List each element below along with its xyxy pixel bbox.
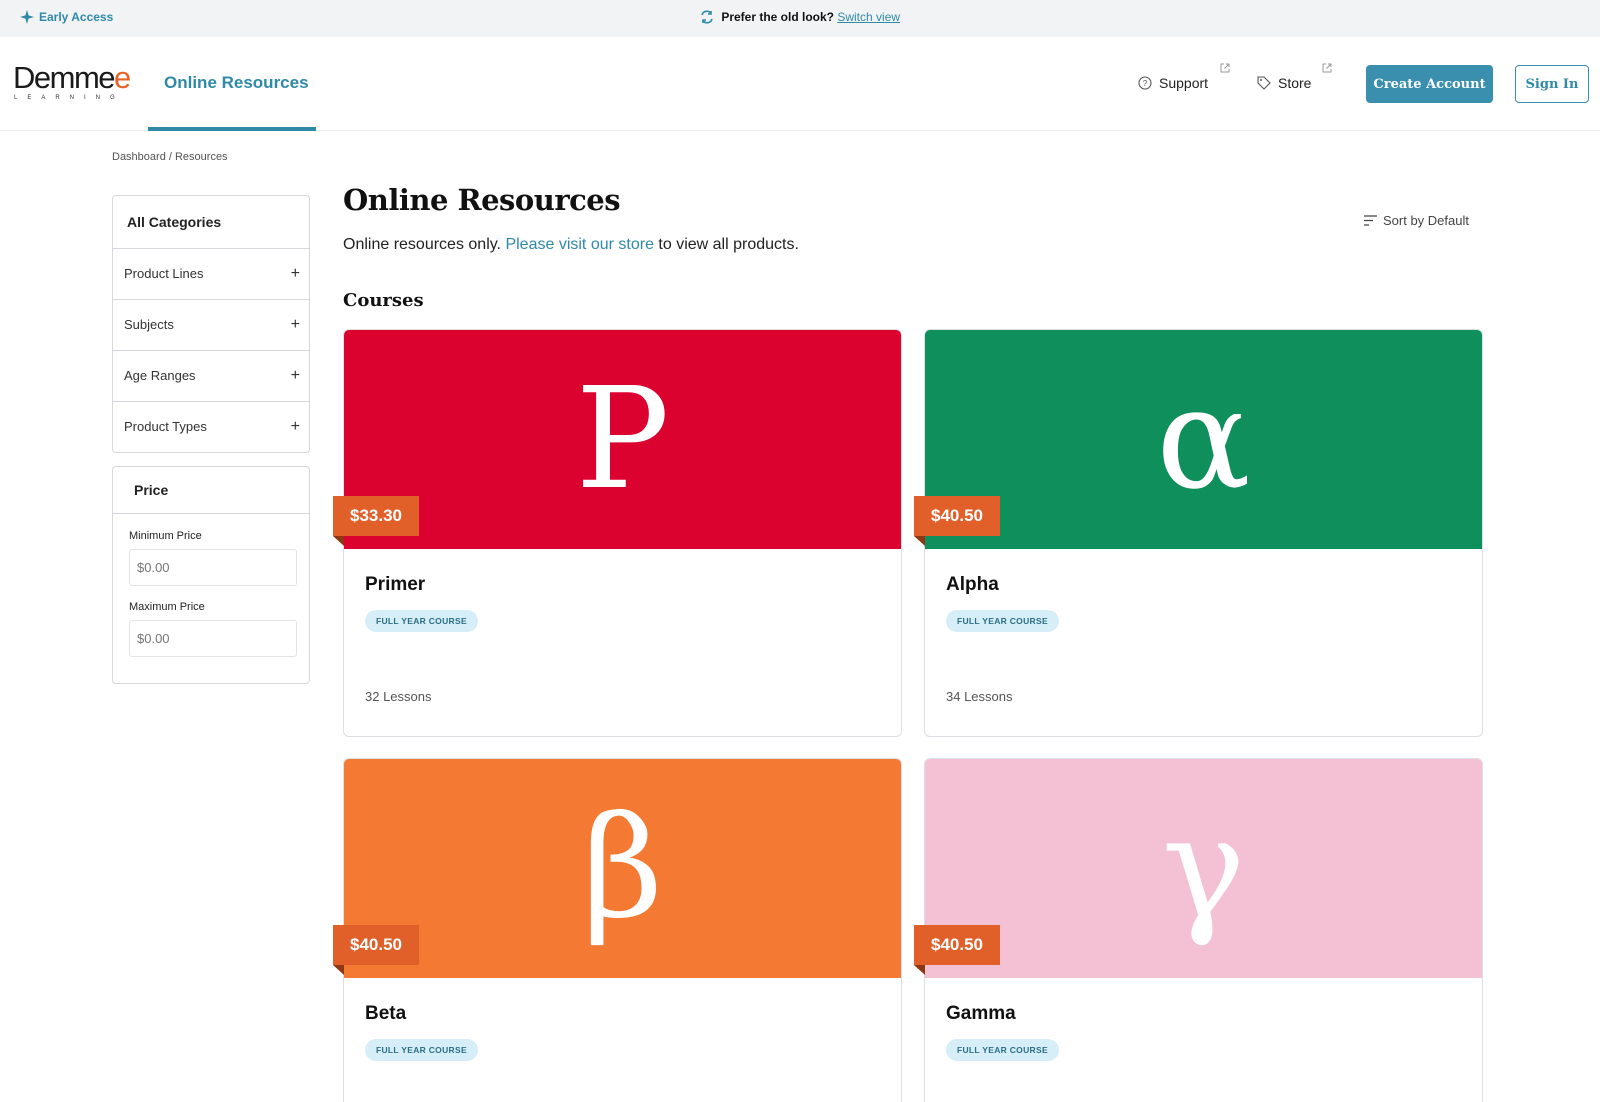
sort-lines-icon — [1364, 215, 1377, 226]
filter-product-types[interactable]: Product Types + — [113, 402, 309, 452]
tag-icon — [1257, 76, 1271, 90]
course-hero[interactable]: α — [925, 330, 1482, 549]
price-filter-panel: Price Minimum Price Maximum Price — [112, 466, 310, 684]
filter-label: Product Lines — [124, 266, 204, 281]
visit-store-link[interactable]: Please visit our store — [505, 236, 654, 253]
filter-label: Subjects — [124, 317, 174, 332]
sort-dropdown[interactable]: Sort by Default — [1364, 213, 1469, 228]
logo-text: Demme — [13, 60, 116, 95]
course-card-alpha[interactable]: α $40.50 Alpha FULL YEAR COURSE 34 Lesso… — [914, 329, 1483, 737]
lesson-count: 32 Lessons — [365, 689, 432, 704]
external-link-icon — [1220, 63, 1230, 73]
price-tag: $33.30 — [333, 496, 419, 546]
course-type-badge: FULL YEAR COURSE — [365, 610, 478, 632]
all-categories-heading[interactable]: All Categories — [113, 196, 309, 249]
prefer-text: Prefer the old look? — [721, 10, 834, 24]
lesson-count: 34 Lessons — [946, 689, 1013, 704]
store-link[interactable]: Store — [1257, 63, 1332, 91]
course-name[interactable]: Alpha — [946, 574, 999, 596]
plus-icon[interactable]: + — [291, 316, 300, 334]
sort-label: Sort by Default — [1383, 213, 1469, 228]
course-card-beta[interactable]: β $40.50 Beta FULL YEAR COURSE — [333, 758, 902, 1102]
price-tag: $40.50 — [914, 925, 1000, 975]
price-tag: $40.50 — [914, 496, 1000, 546]
sign-in-button[interactable]: Sign In — [1515, 65, 1589, 103]
nav-online-resources[interactable]: Online Resources — [148, 37, 316, 131]
svg-text:?: ? — [1143, 79, 1148, 88]
prefer-old-look: Prefer the old look? Switch view — [0, 10, 1600, 24]
page-subtitle: Online resources only. Please visit our … — [343, 236, 799, 254]
demme-logo[interactable]: Demmee LEARNING — [13, 60, 131, 104]
filter-label: Product Types — [124, 419, 207, 434]
course-hero[interactable]: γ — [925, 759, 1482, 978]
course-type-badge: FULL YEAR COURSE — [946, 1039, 1059, 1061]
page-title: Online Resources — [343, 183, 621, 217]
minimum-price-input[interactable] — [129, 549, 297, 586]
course-hero[interactable]: P — [344, 330, 901, 549]
switch-view-link[interactable]: Switch view — [837, 10, 900, 24]
course-glyph: P — [575, 357, 670, 521]
filter-product-lines[interactable]: Product Lines + — [113, 249, 309, 300]
course-name[interactable]: Gamma — [946, 1003, 1016, 1025]
nav-online-resources-label: Online Resources — [164, 73, 309, 92]
category-filter-panel: All Categories Product Lines + Subjects … — [112, 195, 310, 453]
course-type-badge: FULL YEAR COURSE — [365, 1039, 478, 1061]
external-link-icon — [1322, 63, 1332, 73]
breadcrumb[interactable]: Dashboard / Resources — [112, 151, 228, 163]
switch-arrows-icon — [701, 10, 713, 24]
logo-e-mark: e — [114, 60, 131, 95]
store-label: Store — [1278, 75, 1312, 91]
maximum-price-input[interactable] — [129, 620, 297, 657]
plus-icon[interactable]: + — [291, 265, 300, 283]
course-card-primer[interactable]: P $33.30 Primer FULL YEAR COURSE 32 Less… — [333, 329, 902, 737]
course-name[interactable]: Beta — [365, 1003, 406, 1025]
plus-icon[interactable]: + — [291, 367, 300, 385]
price-heading: Price — [113, 467, 309, 514]
course-glyph: α — [1156, 357, 1251, 521]
site-header: Demmee LEARNING Online Resources ? Suppo… — [0, 37, 1600, 131]
course-type-badge: FULL YEAR COURSE — [946, 610, 1059, 632]
logo-subtext: LEARNING — [14, 95, 125, 101]
support-label: Support — [1159, 75, 1209, 91]
course-name[interactable]: Primer — [365, 574, 425, 596]
create-account-button[interactable]: Create Account — [1366, 65, 1493, 103]
help-circle-icon: ? — [1138, 76, 1152, 90]
top-banner: Early Access Prefer the old look? Switch… — [0, 0, 1600, 37]
courses-heading: Courses — [343, 290, 424, 311]
course-hero[interactable]: β — [344, 759, 901, 978]
plus-icon[interactable]: + — [291, 418, 300, 436]
course-card-gamma[interactable]: γ $40.50 Gamma FULL YEAR COURSE — [914, 758, 1483, 1102]
maximum-price-label: Maximum Price — [129, 601, 205, 613]
course-glyph: γ — [1161, 786, 1246, 950]
filter-age-ranges[interactable]: Age Ranges + — [113, 351, 309, 402]
price-tag: $40.50 — [333, 925, 419, 975]
active-nav-indicator — [148, 127, 316, 131]
filter-label: Age Ranges — [124, 368, 196, 383]
filter-subjects[interactable]: Subjects + — [113, 300, 309, 351]
course-glyph: β — [582, 786, 663, 950]
subtitle-text-end: to view all products. — [653, 236, 799, 253]
support-link[interactable]: ? Support — [1138, 63, 1230, 91]
subtitle-text: Online resources only. — [343, 236, 506, 253]
minimum-price-label: Minimum Price — [129, 530, 202, 542]
